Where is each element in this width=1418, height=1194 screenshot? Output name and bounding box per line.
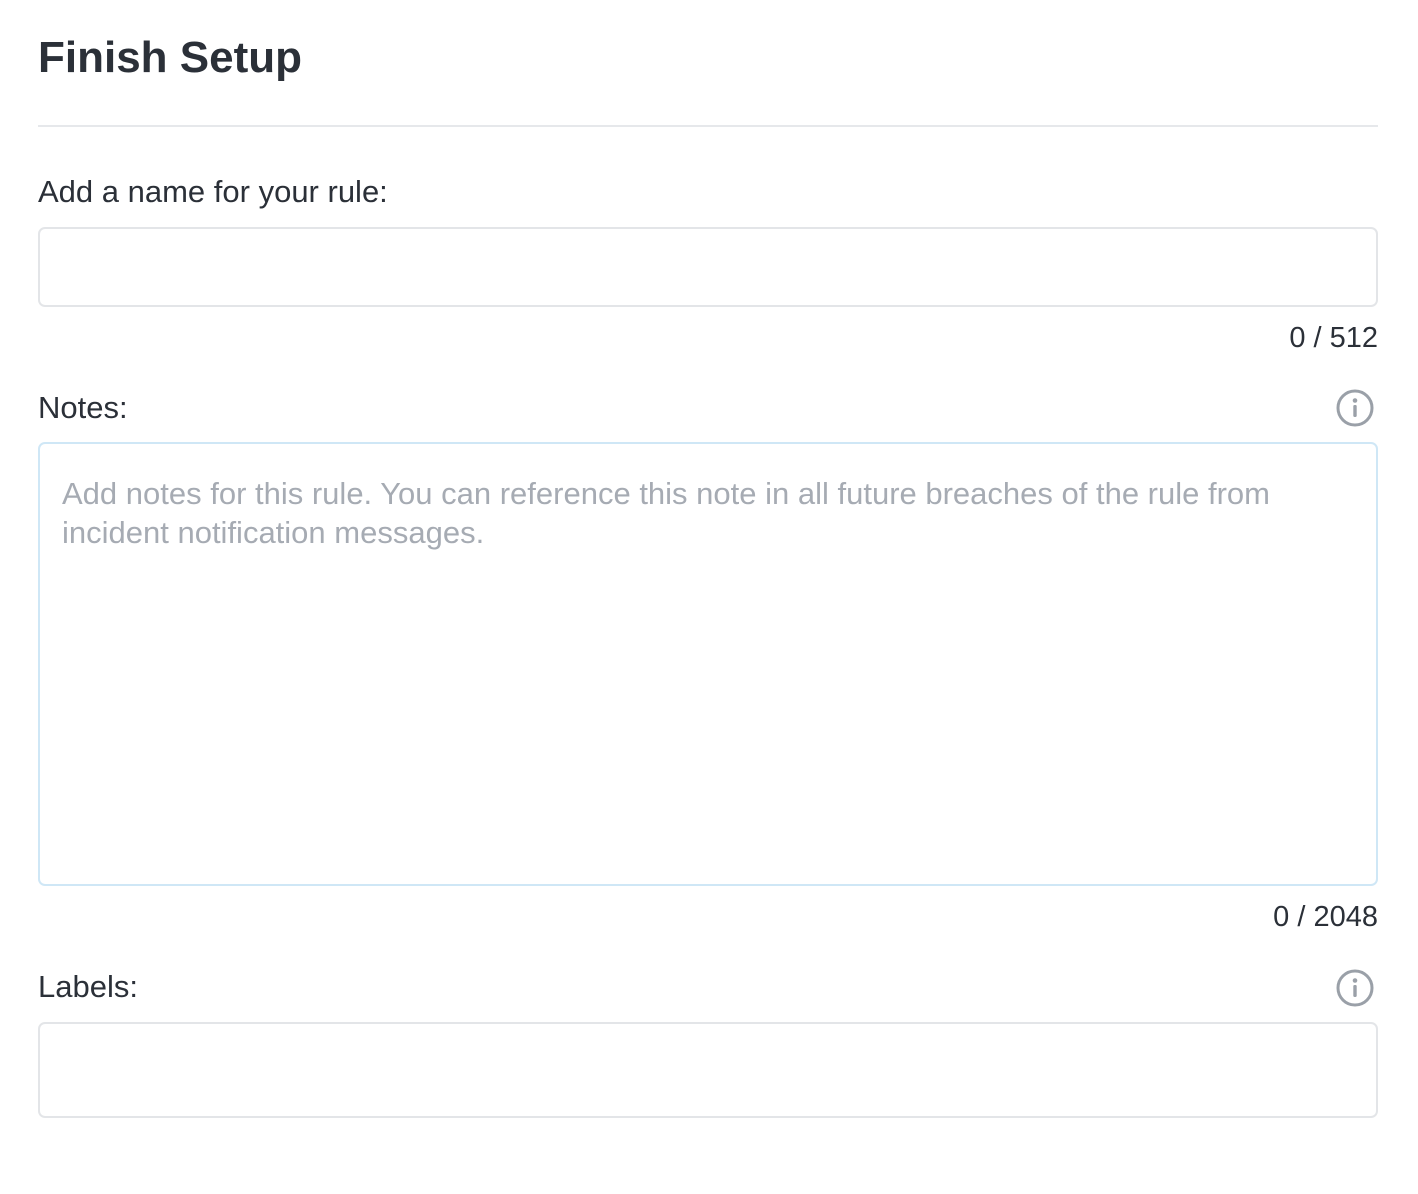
- notes-info-icon[interactable]: [1336, 389, 1374, 427]
- labels-info-icon[interactable]: [1336, 969, 1374, 1007]
- notes-char-counter: 0 / 2048: [1273, 901, 1378, 933]
- rule-name-label: Add a name for your rule:: [38, 174, 388, 209]
- title-divider: [38, 125, 1378, 127]
- rule-name-char-counter: 0 / 512: [1289, 322, 1378, 354]
- notes-label: Notes:: [38, 390, 128, 425]
- labels-label: Labels:: [38, 969, 138, 1004]
- page-title: Finish Setup: [38, 33, 302, 82]
- labels-input[interactable]: [38, 1022, 1378, 1118]
- rule-name-input[interactable]: [38, 227, 1378, 307]
- notes-textarea[interactable]: [38, 442, 1378, 886]
